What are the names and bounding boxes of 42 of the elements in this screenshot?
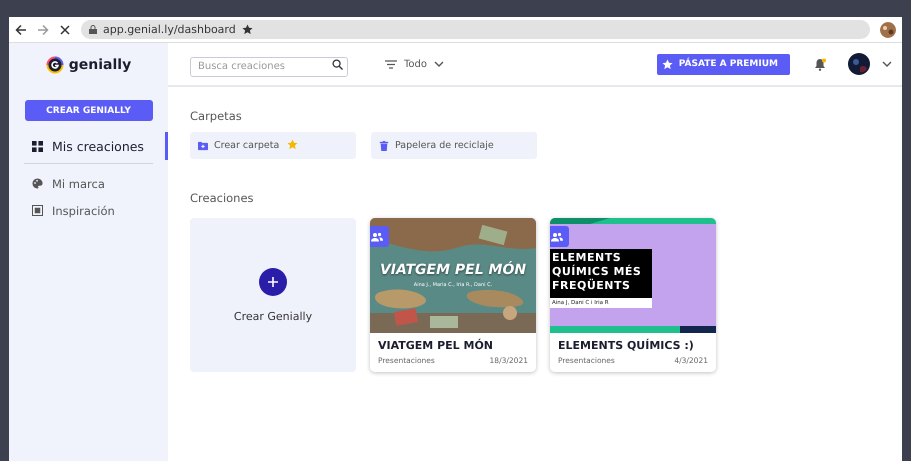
star-icon (287, 138, 298, 150)
bookmark-star-icon (242, 24, 253, 35)
folder-button[interactable]: Crear carpeta (190, 132, 356, 159)
section-title: Creaciones (190, 191, 255, 205)
url-text: app.genial.ly/dashboard (103, 23, 236, 36)
logo-icon (46, 56, 64, 74)
palette-icon (32, 178, 43, 189)
folder-plus-icon (198, 140, 208, 150)
back-icon[interactable] (15, 24, 27, 36)
slide-title: VIATGEM PEL MÓN (378, 262, 528, 278)
chevron-down-icon[interactable] (882, 61, 892, 67)
address-bar[interactable]: app.genial.ly/dashboard (81, 20, 870, 39)
create-card[interactable]: Crear Genially (190, 218, 356, 372)
grid-icon (32, 140, 43, 152)
logo-text: genially (68, 57, 132, 73)
bell-icon[interactable] (814, 58, 826, 70)
people-icon (551, 232, 563, 242)
profile-avatar[interactable] (880, 22, 896, 38)
filter-icon (385, 60, 397, 68)
people-icon (371, 232, 383, 242)
close-icon[interactable] (59, 24, 71, 36)
slide-title: ELEMENTS QUÍMICS MÉS FREQÜENTS (550, 249, 652, 298)
frame-icon (32, 205, 43, 216)
lock-icon (89, 25, 97, 34)
folder-button[interactable]: Papelera de reciclaje (371, 132, 537, 159)
sidebar-item[interactable]: Mis creaciones (9, 129, 168, 163)
sidebar-item[interactable]: Inspiración (9, 197, 168, 224)
star-icon (662, 58, 673, 70)
forward-icon[interactable] (37, 24, 49, 36)
search-icon[interactable] (332, 58, 343, 70)
create-button[interactable]: CREAR GENIALLY (24, 100, 152, 121)
filter-dropdown[interactable]: Todo (379, 58, 450, 70)
chevron-down-icon (434, 61, 444, 67)
creation-title: ELEMENTS QUÍMICS :) (558, 339, 695, 352)
creation-title: VIATGEM PEL MÓN (378, 339, 494, 352)
plus-icon (259, 268, 287, 296)
trash-icon (379, 140, 389, 150)
user-avatar[interactable] (848, 53, 870, 75)
premium-button[interactable]: PÁSATE A PREMIUM (656, 54, 790, 74)
search-field[interactable]: Busca creaciones (190, 56, 348, 76)
sidebar-item[interactable]: Mi marca (9, 170, 168, 197)
section-title: Carpetas (190, 109, 243, 123)
